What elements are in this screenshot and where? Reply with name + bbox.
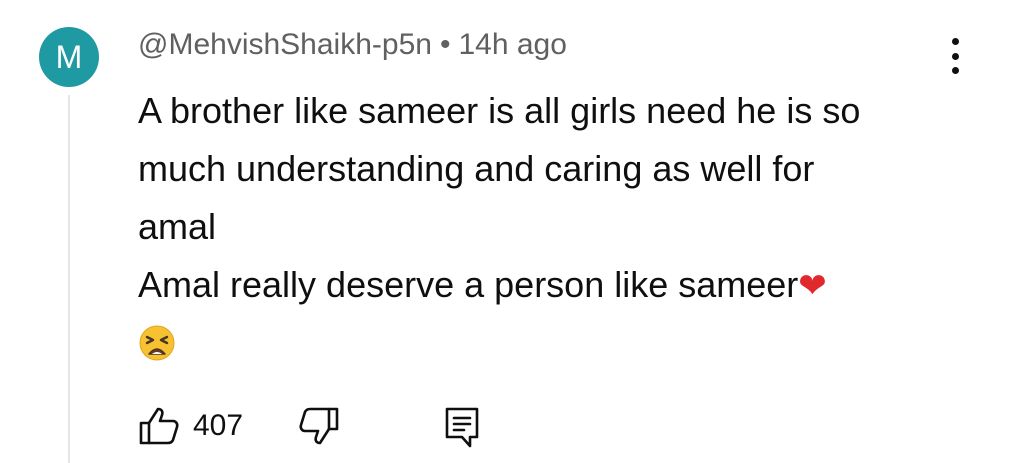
heart-emoji: ❤ [798, 266, 827, 306]
comment-line: Amal really deserve a person like sameer… [138, 256, 938, 315]
like-count: 407 [193, 409, 244, 442]
menu-dot [951, 52, 959, 60]
reply-button[interactable] [444, 406, 480, 453]
comment-actions: 407 [138, 398, 538, 454]
separator-dot: • [439, 28, 451, 61]
tired-face-emoji [138, 324, 176, 365]
comment-header: @MehvishShaikh-p5n • 14h ago [138, 28, 567, 62]
thumbs-up-icon [139, 407, 179, 445]
dislike-button[interactable] [298, 406, 340, 451]
comment-icon [445, 407, 479, 448]
comment-line-text: Amal really deserve a person like sameer [138, 264, 799, 305]
menu-dot [951, 67, 959, 74]
more-vert-icon[interactable] [940, 34, 970, 78]
author-handle[interactable]: @MehvishShaikh-p5n [138, 28, 432, 61]
thread-line [68, 95, 70, 463]
comment-line: amal [138, 206, 217, 247]
comment-timestamp[interactable]: 14h ago [458, 28, 566, 61]
like-button[interactable] [138, 406, 180, 451]
comment-line: A brother like sameer is all girls need … [138, 90, 861, 131]
avatar[interactable]: M [39, 27, 99, 87]
comment-text: A brother like sameer is all girls need … [138, 82, 938, 374]
comment-card: M @MehvishShaikh-p5n • 14h ago A brother l… [0, 0, 1024, 463]
thumbs-down-icon [299, 407, 339, 445]
menu-dot [951, 38, 959, 45]
comment-line: much understanding and caring as well fo… [138, 148, 815, 189]
comment-line [138, 315, 938, 374]
